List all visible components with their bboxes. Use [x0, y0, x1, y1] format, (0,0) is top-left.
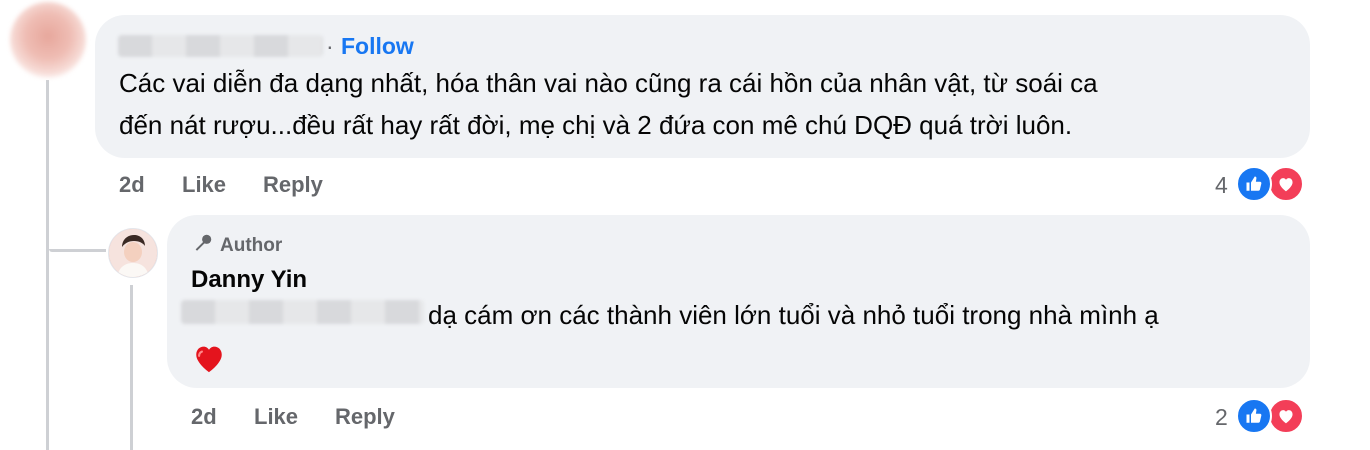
- like-icon[interactable]: [1236, 398, 1272, 434]
- author-avatar[interactable]: [108, 228, 158, 278]
- love-icon[interactable]: [1268, 166, 1304, 202]
- red-heart-emoji: [192, 342, 226, 379]
- thread-line-main: [46, 80, 49, 450]
- like-icon[interactable]: [1236, 166, 1272, 202]
- reply-text: dạ cám ơn các thành viên lớn tuổi và nhỏ…: [428, 300, 1159, 330]
- redacted-mention: [181, 300, 424, 324]
- reaction-count[interactable]: 4: [1215, 172, 1228, 199]
- author-badge-label: Author: [220, 235, 283, 256]
- comment-text-line: Các vai diễn đa dạng nhất, hóa thân vai …: [119, 68, 1098, 98]
- love-icon[interactable]: [1268, 398, 1304, 434]
- like-button[interactable]: Like: [182, 172, 226, 198]
- author-badge: Author: [192, 232, 282, 260]
- comment-text: Các vai diễn đa dạng nhất, hóa thân vai …: [119, 62, 1299, 146]
- thread-line-reply: [130, 285, 133, 450]
- thread-line-elbow: [49, 249, 106, 252]
- avatar[interactable]: [10, 2, 86, 78]
- author-name[interactable]: Danny Yin: [191, 266, 307, 294]
- comment-time[interactable]: 2d: [119, 172, 145, 198]
- like-button[interactable]: Like: [254, 404, 298, 430]
- redacted-username: [118, 35, 323, 57]
- reply-time[interactable]: 2d: [191, 404, 217, 430]
- microphone-icon: [192, 232, 214, 260]
- follow-button[interactable]: Follow: [341, 33, 414, 60]
- separator-dot: ·: [326, 33, 334, 59]
- reaction-count[interactable]: 2: [1215, 404, 1228, 431]
- reply-button[interactable]: Reply: [335, 404, 395, 430]
- reply-button[interactable]: Reply: [263, 172, 323, 198]
- comment-text-line: đến nát rượu...đều rất hay rất đời, mẹ c…: [119, 110, 1073, 140]
